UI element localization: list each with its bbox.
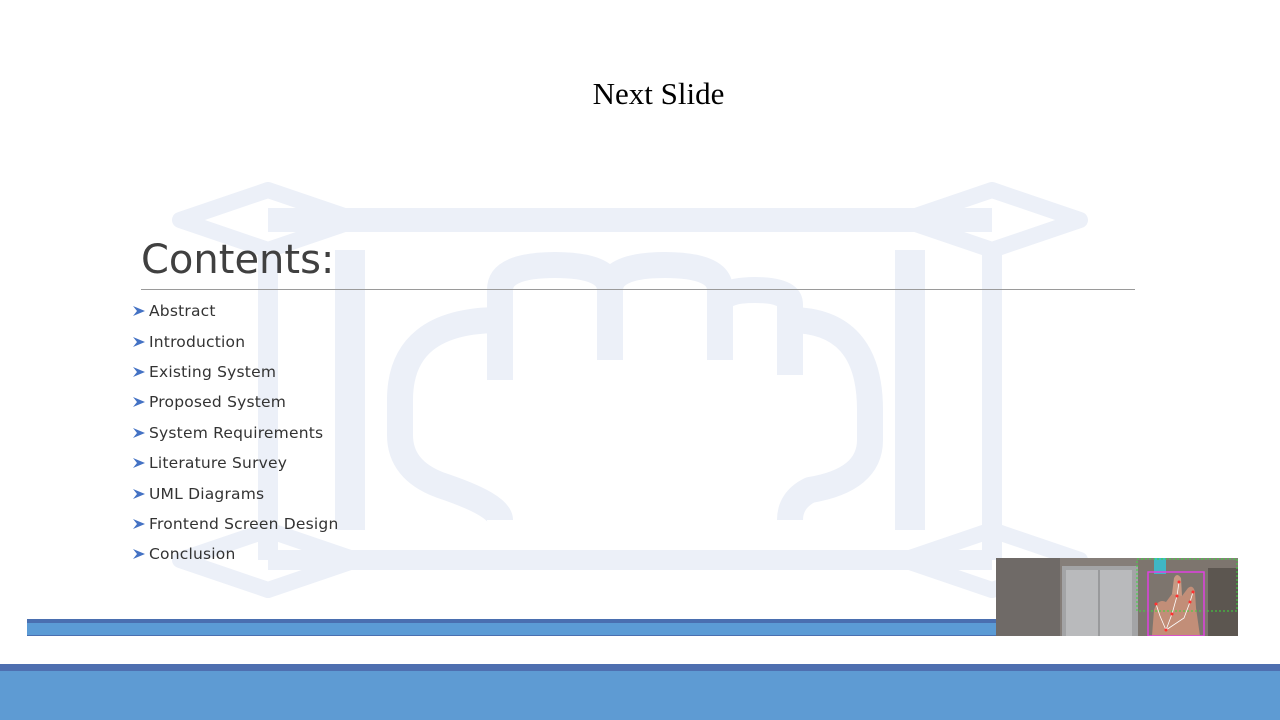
arrow-bullet-icon [133, 397, 145, 408]
arrow-bullet-icon [133, 306, 145, 317]
page-footer-bar [0, 671, 1280, 720]
list-item: System Requirements [132, 418, 338, 448]
list-item: Conclusion [132, 539, 338, 569]
list-item-label: Literature Survey [149, 454, 288, 473]
hand-tracking-overlay [1136, 558, 1238, 636]
page-footer-stripe [0, 664, 1280, 671]
list-item-label: UML Diagrams [149, 484, 265, 503]
title-divider [141, 289, 1135, 290]
list-item-label: Existing System [149, 362, 277, 381]
list-item-label: System Requirements [149, 423, 324, 442]
list-item: Literature Survey [132, 448, 338, 478]
webcam-preview [996, 558, 1238, 636]
list-item: Abstract [132, 296, 338, 326]
list-item-label: Conclusion [149, 545, 236, 564]
arrow-bullet-icon [133, 366, 145, 377]
list-item-label: Frontend Screen Design [149, 514, 339, 533]
list-item-label: Proposed System [149, 393, 287, 412]
arrow-bullet-icon [133, 458, 145, 469]
list-item: Existing System [132, 357, 338, 387]
presentation-screen: Next Slide Contents: Abstract Introducti… [0, 0, 1280, 720]
list-item-label: Introduction [149, 332, 246, 351]
gesture-status-text: Next Slide [592, 76, 725, 111]
list-item: Introduction [132, 326, 338, 356]
arrow-bullet-icon [133, 336, 145, 347]
arrow-bullet-icon [133, 549, 145, 560]
list-item: Proposed System [132, 387, 338, 417]
arrow-bullet-icon [133, 427, 145, 438]
list-item-label: Abstract [149, 302, 216, 321]
list-item: Frontend Screen Design [132, 509, 338, 539]
contents-list: Abstract Introduction Existing System Pr… [132, 296, 338, 570]
arrow-bullet-icon [133, 518, 145, 529]
list-item: UML Diagrams [132, 478, 338, 508]
arrow-bullet-icon [133, 488, 145, 499]
slide-title: Contents: [141, 237, 335, 283]
